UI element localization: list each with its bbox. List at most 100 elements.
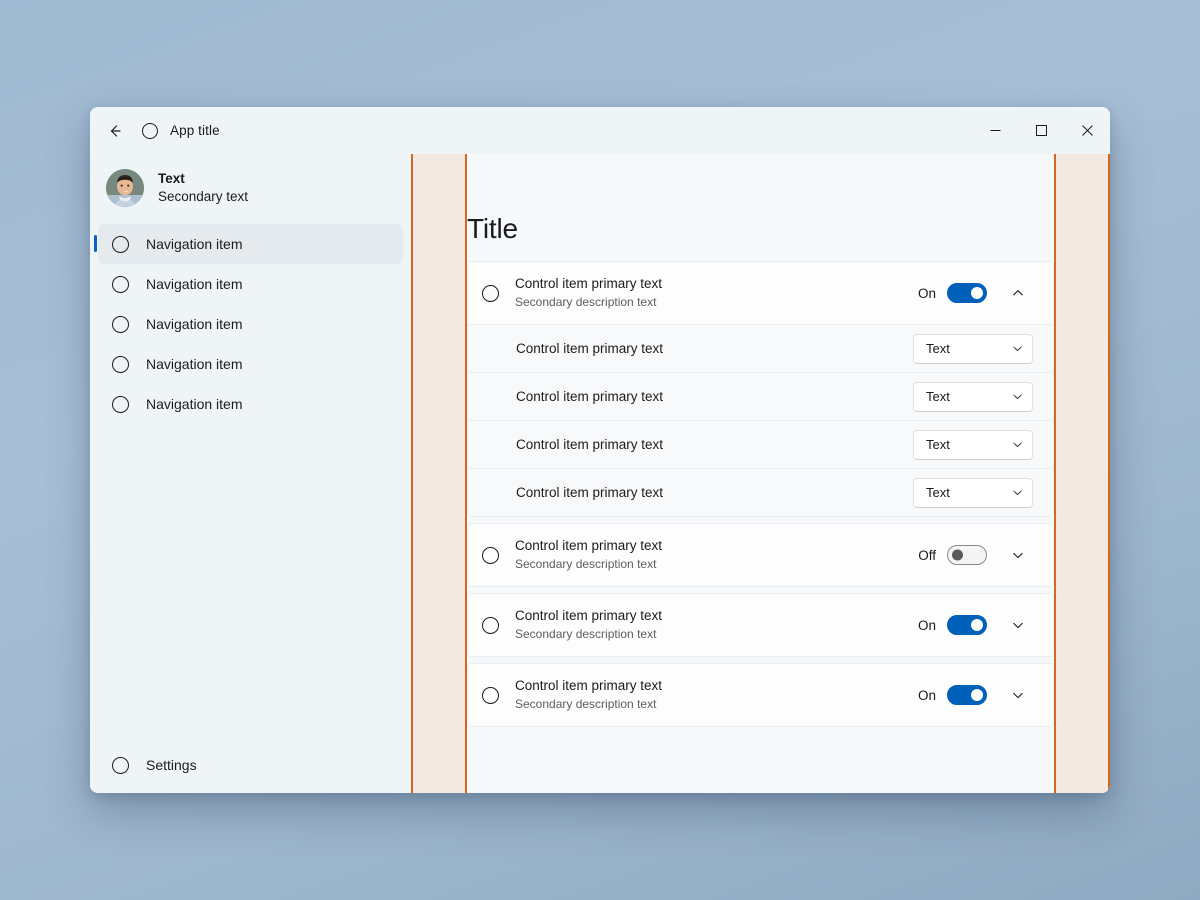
control-primary-text: Control item primary text [515,538,663,554]
sub-control-row-2[interactable]: Control item primary text Text [468,372,1053,420]
sub-control-label: Control item primary text [516,341,664,356]
control-row-texts: Control item primary text Secondary desc… [515,677,662,712]
toggle-group: On [918,615,987,635]
control-row-texts: Control item primary text Secondary desc… [515,275,662,310]
navigation-sidebar: Text Secondary text Navigation item Navi… [90,154,411,793]
sidebar-item-navigation-4[interactable]: Navigation item [98,344,403,384]
toggle-knob [971,287,983,299]
control-row-1[interactable]: Control item primary text Secondary desc… [468,262,1053,324]
back-arrow-icon[interactable] [98,114,132,148]
sidebar-item-label: Navigation item [146,316,243,332]
toggle-state-label: On [917,617,936,633]
chevron-down-icon[interactable] [1003,610,1033,640]
sidebar-item-navigation-2[interactable]: Navigation item [98,264,403,304]
dropdown-value: Text [926,485,950,500]
sub-control-row-1[interactable]: Control item primary text Text [468,324,1053,372]
app-circle-icon [142,122,158,139]
dropdown-3[interactable]: Text [913,429,1033,460]
control-secondary-text: Secondary description text [515,626,657,641]
sub-control-label: Control item primary text [516,485,664,500]
account-text: Text Secondary text [158,170,248,206]
toggle-knob [971,619,983,631]
close-button[interactable] [1064,107,1110,154]
chevron-down-icon [1012,343,1023,354]
control-row-3[interactable]: Control item primary text Secondary desc… [468,594,1053,656]
settings-card-group-4: Control item primary text Secondary desc… [467,663,1054,727]
sub-control-row-3[interactable]: Control item primary text Text [468,420,1053,468]
main-content: Title Control item primary text Secondar… [467,154,1054,793]
control-secondary-text: Secondary description text [515,696,657,711]
toggle-group: Off [918,545,987,565]
account-secondary-text: Secondary text [158,189,249,204]
control-secondary-text: Secondary description text [515,294,657,309]
circle-icon [112,355,129,373]
control-primary-text: Control item primary text [515,678,663,694]
chevron-down-icon[interactable] [1003,540,1033,570]
dropdown-value: Text [926,389,950,404]
circle-icon [112,315,129,333]
control-row-texts: Control item primary text Secondary desc… [515,537,662,572]
toggle-switch[interactable] [947,615,987,635]
titlebar: App title [90,107,1110,154]
toggle-group: On [918,685,987,705]
toggle-state-label: On [917,687,936,703]
toggle-state-label: On [917,285,936,301]
toggle-switch[interactable] [947,283,987,303]
circle-icon [112,756,129,774]
toggle-knob [952,549,963,561]
sidebar-item-label: Navigation item [146,276,243,292]
dropdown-2[interactable]: Text [913,381,1033,412]
dropdown-1[interactable]: Text [913,333,1033,364]
control-primary-text: Control item primary text [515,276,663,292]
toggle-switch[interactable] [947,685,987,705]
chevron-down-icon [1012,391,1023,402]
selection-indicator [94,235,97,252]
control-row-2[interactable]: Control item primary text Secondary desc… [468,524,1053,586]
settings-card-group-2: Control item primary text Secondary desc… [467,523,1054,587]
sidebar-item-navigation-5[interactable]: Navigation item [98,384,403,424]
minimize-button[interactable] [972,107,1018,154]
toggle-knob [971,689,983,701]
sidebar-item-navigation-1[interactable]: Navigation item [94,224,403,264]
account-block[interactable]: Text Secondary text [90,158,411,218]
circle-icon [482,686,499,704]
chevron-down-icon[interactable] [1003,680,1033,710]
account-primary-text: Text [158,171,185,187]
sidebar-item-label: Settings [146,757,197,773]
control-row-texts: Control item primary text Secondary desc… [515,607,662,642]
app-title: App title [170,123,220,138]
sub-control-label: Control item primary text [516,437,664,452]
sidebar-item-navigation-3[interactable]: Navigation item [98,304,403,344]
settings-card-group-3: Control item primary text Secondary desc… [467,593,1054,657]
chevron-down-icon [1012,487,1023,498]
sidebar-item-settings[interactable]: Settings [98,745,403,785]
circle-icon [482,546,499,564]
sub-control-label: Control item primary text [516,389,664,404]
spacing-measure-band-left [411,154,467,793]
circle-icon [482,284,499,302]
circle-icon [112,395,129,413]
spacing-measure-band-right [1054,154,1110,793]
sidebar-item-label: Navigation item [146,396,243,412]
settings-card-group-1: Control item primary text Secondary desc… [467,261,1054,517]
user-avatar-photo [106,169,144,207]
chevron-up-icon[interactable] [1003,278,1033,308]
control-row-4[interactable]: Control item primary text Secondary desc… [468,664,1053,726]
toggle-group: On [918,283,987,303]
sidebar-item-label: Navigation item [146,236,243,252]
dropdown-value: Text [926,437,950,452]
dropdown-value: Text [926,341,950,356]
chevron-down-icon [1012,439,1023,450]
sub-control-row-4[interactable]: Control item primary text Text [468,468,1053,516]
maximize-button[interactable] [1018,107,1064,154]
content-header: Title [467,154,1054,261]
window-body: Text Secondary text Navigation item Navi… [90,154,1110,793]
sidebar-item-label: Navigation item [146,356,243,372]
circle-icon [112,275,129,293]
dropdown-4[interactable]: Text [913,477,1033,508]
toggle-state-label: Off [918,547,936,563]
content-bottom-space [467,733,1054,793]
toggle-switch[interactable] [947,545,987,565]
control-secondary-text: Secondary description text [515,556,657,571]
